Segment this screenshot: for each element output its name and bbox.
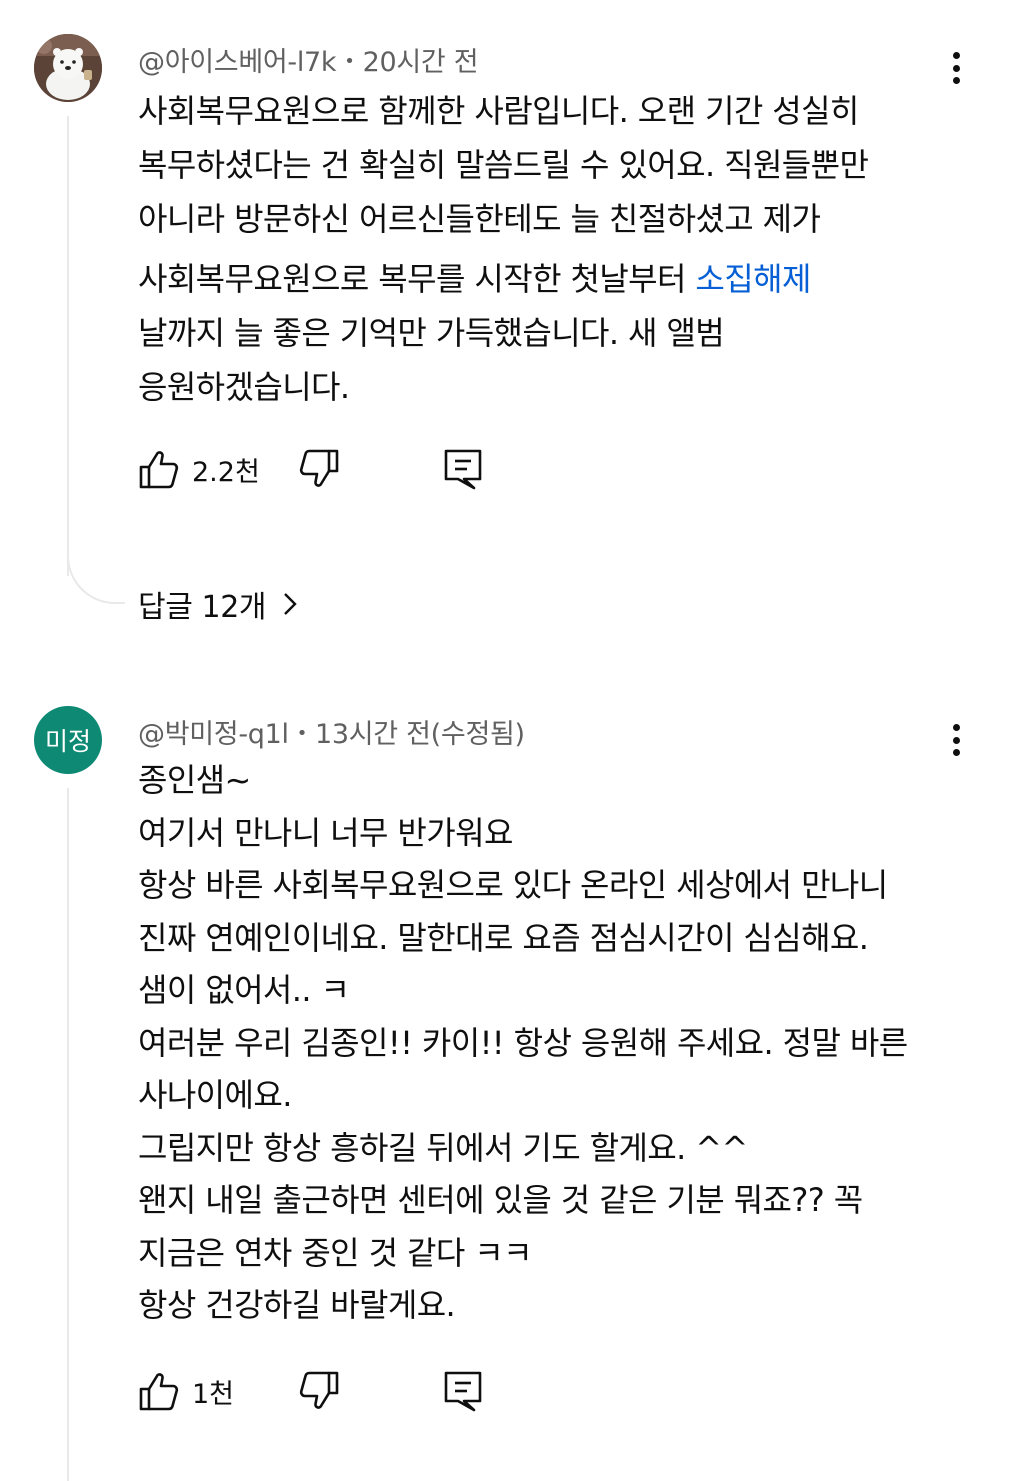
like-count: 2.2천 [192, 457, 260, 488]
comment-text: 사회복무요원으로 함께한 사람입니다. 오랜 기간 성실히 복무하셨다는 건 확… [138, 84, 944, 414]
more-options-button[interactable] [944, 720, 968, 760]
thumbs-down-icon[interactable] [298, 448, 340, 490]
comment-time[interactable]: 13시간 전(수정됨) [315, 719, 525, 750]
more-vert-icon [952, 52, 960, 59]
comment-meta: @아이스베어-l7k • 20시간 전 [138, 40, 479, 79]
comment-thread: 미정 @박미정-q1l • 13시간 전(수정됨) 종인샘~ 여기서 만나니 너무 … [0, 660, 1024, 1481]
comment-line: 그립지만 항상 흥하길 뒤에서 기도 할게요. ^^ [138, 1128, 748, 1167]
thumbs-up-icon[interactable] [138, 1370, 180, 1412]
thumbs-up-icon[interactable] [138, 448, 180, 490]
reply-icon[interactable] [442, 448, 484, 490]
comment-time[interactable]: 20시간 전 [363, 47, 479, 78]
avatar[interactable]: 미정 [34, 706, 102, 774]
comment-actions: 2.2천 [138, 446, 538, 490]
comment-line: 사나이에요. [138, 1076, 292, 1114]
thread-line [67, 116, 69, 576]
search-link[interactable]: 소집해제 [695, 260, 811, 298]
comment-line: 샘이 없어서.. ㅋ [138, 971, 350, 1009]
thread-line [67, 788, 69, 1481]
replies-label: 답글 12개 [138, 590, 267, 625]
separator-dot: • [296, 723, 308, 744]
comment-line: 왠지 내일 출근하면 센터에 있을 것 같은 기분 뭐죠?? 꼭 [138, 1181, 863, 1219]
comment-actions: 1천 [138, 1368, 538, 1412]
comment-meta: @박미정-q1l • 13시간 전(수정됨) [138, 712, 525, 751]
more-options-button[interactable] [944, 48, 968, 88]
comment-line: 항상 건강하길 바랄게요. [138, 1286, 456, 1324]
view-replies-button[interactable]: 답글 12개 [138, 582, 298, 626]
thumbs-down-icon[interactable] [298, 1370, 340, 1412]
polar-bear-avatar-image [34, 34, 102, 102]
comment-line: 사회복무요원으로 함께한 사람입니다. 오랜 기간 성실히 [138, 92, 859, 130]
avatar[interactable] [34, 34, 102, 102]
thread-connector [67, 548, 125, 604]
separator-dot: • [344, 51, 355, 72]
comment-line: 아니라 방문하신 어르신들한테도 늘 친절하셨고 제가 [138, 200, 821, 238]
more-vert-icon [952, 724, 960, 731]
comment-line: 사회복무요원으로 복무를 시작한 첫날부터 소집해제 [138, 252, 944, 306]
comment-line: 여러분 우리 김종인!! 카이!! 항상 응원해 주세요. 정말 바른 [138, 1023, 908, 1062]
comment-line: 지금은 연차 중인 것 같다 ㅋㅋ [138, 1233, 533, 1272]
comment-line: 진짜 연예인이네요. 말한대로 요즘 점심시간이 심심해요. [138, 918, 869, 957]
comment-line: 날까지 늘 좋은 기억만 가득했습니다. 새 앨범 [138, 314, 725, 352]
comment-thread: @아이스베어-l7k • 20시간 전 사회복무요원으로 함께한 사람입니다. 오랜… [0, 0, 1024, 660]
comment-text: 종인샘~ 여기서 만나니 너무 반가워요 항상 바른 사회복무요원으로 있다 온… [138, 754, 944, 1332]
comment-author[interactable]: @박미정-q1l [138, 719, 289, 750]
comment-line: 항상 바른 사회복무요원으로 있다 온라인 세상에서 만나니 [138, 866, 888, 904]
comment-line: 응원하겠습니다. [138, 368, 350, 406]
reply-icon[interactable] [442, 1370, 484, 1412]
comment-author[interactable]: @아이스베어-l7k [138, 47, 337, 78]
like-count: 1천 [192, 1379, 235, 1410]
comment-line-text: 사회복무요원으로 복무를 시작한 첫날부터 [138, 260, 696, 298]
comment-line: 여기서 만나니 너무 반가워요 [138, 813, 513, 852]
comment-line: 종인샘~ [138, 761, 251, 799]
chevron-right-icon [284, 593, 297, 615]
comment-line: 복무하셨다는 건 확실히 말씀드릴 수 있어요. 직원들뿐만 [138, 146, 869, 184]
